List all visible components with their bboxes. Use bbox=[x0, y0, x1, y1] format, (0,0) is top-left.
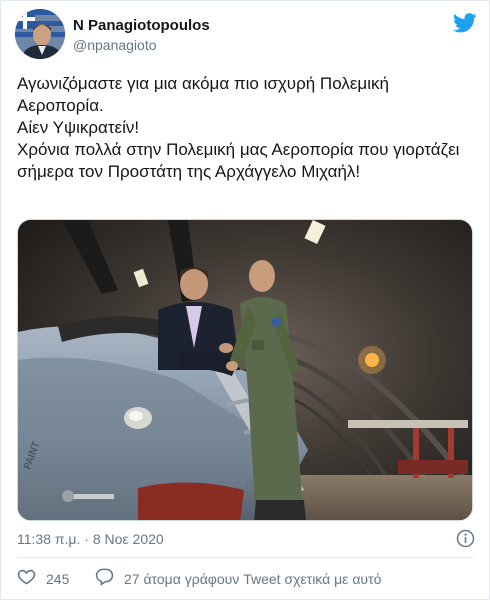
reply-label: 27 άτομα γράφουν Tweet σχετικά με αυτό bbox=[124, 571, 382, 587]
tweet-line: Αγωνιζόμαστε για μια ακόμα πιο ισχυρή Πο… bbox=[17, 74, 389, 115]
tweet-card: N Panagiotopoulos @npanagioto Αγωνιζόμασ… bbox=[0, 0, 490, 600]
tweet-header: N Panagiotopoulos @npanagioto bbox=[15, 9, 477, 61]
info-icon[interactable] bbox=[456, 529, 475, 548]
speech-bubble-icon bbox=[95, 567, 114, 591]
tweet-line: Αίεν Υψικρατείν! bbox=[17, 118, 140, 137]
user-handle[interactable]: @npanagioto bbox=[73, 37, 157, 53]
like-count: 245 bbox=[46, 571, 70, 587]
avatar[interactable] bbox=[15, 9, 65, 59]
heart-icon bbox=[17, 567, 36, 591]
tweet-photo[interactable]: PAINT bbox=[17, 219, 473, 521]
divider bbox=[17, 557, 475, 558]
reply-button[interactable]: 27 άτομα γράφουν Tweet σχετικά με αυτό bbox=[95, 567, 381, 591]
like-button[interactable]: 245 bbox=[17, 567, 69, 591]
tweet-timestamp[interactable]: 11:38 π.μ. · 8 Νοε 2020 bbox=[17, 531, 164, 547]
tweet-line: Χρόνια πολλά στην Πολεμική μας Αεροπορία… bbox=[17, 140, 460, 181]
tweet-text: Αγωνιζόμαστε για μια ακόμα πιο ισχυρή Πο… bbox=[17, 73, 472, 183]
user-name[interactable]: N Panagiotopoulos bbox=[73, 17, 210, 34]
tweet-actions: 245 27 άτομα γράφουν Tweet σχετικά με αυ… bbox=[17, 567, 475, 591]
twitter-bird-icon[interactable] bbox=[452, 13, 477, 33]
